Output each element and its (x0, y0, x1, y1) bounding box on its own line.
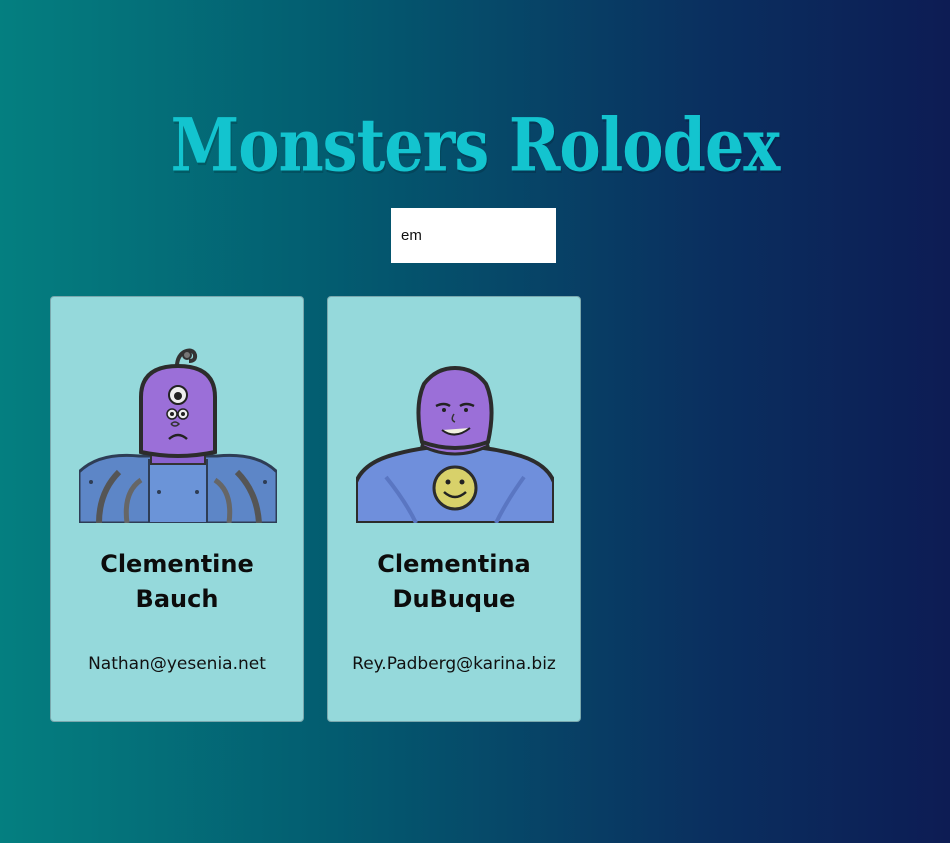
monster-name: Clementine Bauch (51, 547, 303, 617)
monster-email: Nathan@yesenia.net (88, 654, 266, 674)
page-title: Monsters Rolodex (170, 101, 781, 188)
monster-name: Clementina DuBuque (328, 547, 580, 617)
cyclops-robot-monster-icon (79, 348, 277, 523)
monster-last-name: Bauch (135, 585, 219, 613)
monster-card[interactable]: Clementine Bauch Nathan@yesenia.net (50, 296, 304, 722)
monster-card[interactable]: Clementina DuBuque Rey.Padberg@karina.bi… (327, 296, 581, 722)
monster-first-name: Clementine (100, 550, 254, 578)
monster-last-name: DuBuque (392, 585, 516, 613)
search-input[interactable] (391, 208, 556, 263)
monster-email: Rey.Padberg@karina.biz (352, 654, 556, 674)
smiley-shirt-monster-icon (356, 365, 554, 523)
monster-first-name: Clementina (377, 550, 531, 578)
